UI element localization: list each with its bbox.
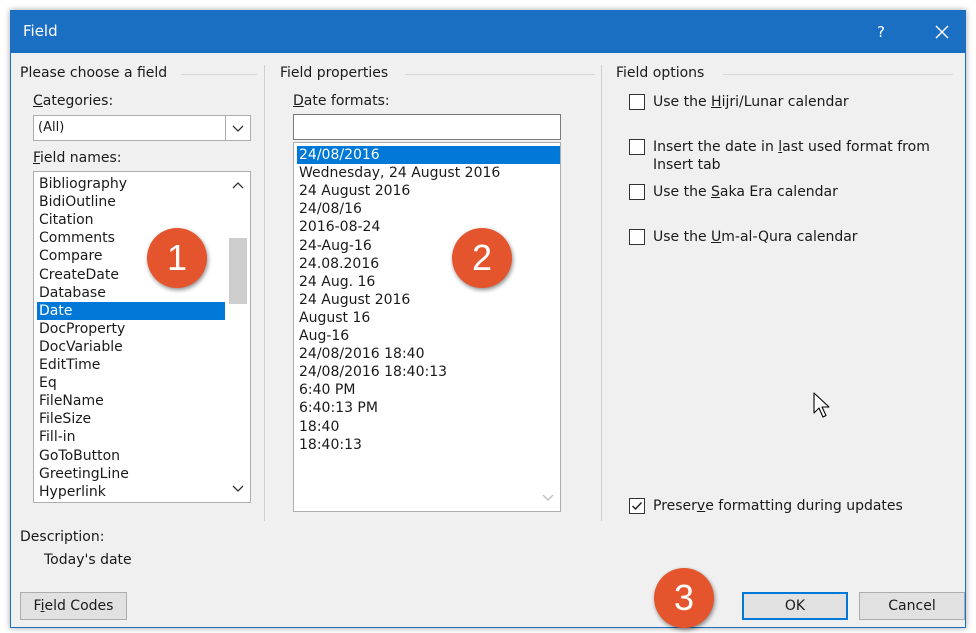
field-dialog: Field ? Please choose a field Categories… xyxy=(10,10,966,628)
checkmark-icon xyxy=(632,502,643,511)
date-format-item[interactable]: 24/08/16 xyxy=(297,200,560,218)
date-format-item[interactable]: 24/08/2016 18:40:13 xyxy=(297,363,560,381)
date-format-item[interactable]: 6:40 PM xyxy=(297,381,560,399)
callout-badge-2: 2 xyxy=(452,228,512,288)
categories-label: Categories: xyxy=(33,93,114,109)
field-names-list[interactable]: Bibliography BidiOutline Citation Comments C… xyxy=(33,171,251,503)
date-format-item[interactable]: 24-Aug-16 xyxy=(297,237,560,255)
divider xyxy=(264,65,265,521)
field-name-item[interactable]: Eq xyxy=(37,374,225,392)
date-format-item[interactable]: 24.08.2016 xyxy=(297,255,560,273)
date-format-item[interactable]: Wednesday, 24 August 2016 xyxy=(297,164,560,182)
mouse-pointer-icon xyxy=(813,392,830,418)
field-name-item[interactable]: GoToButton xyxy=(37,447,225,465)
field-name-item[interactable]: Hyperlink xyxy=(37,483,225,501)
field-names-label: Field names: xyxy=(33,150,122,166)
scroll-thumb[interactable] xyxy=(229,238,247,304)
field-names-scrollbar[interactable] xyxy=(226,172,250,502)
categories-dropdown-button[interactable] xyxy=(225,116,250,140)
date-format-item[interactable]: 24 August 2016 xyxy=(297,291,560,309)
title-bar: Field ? xyxy=(11,11,965,53)
date-format-item[interactable]: 24 August 2016 xyxy=(297,182,560,200)
divider xyxy=(601,65,602,521)
date-format-item[interactable]: Aug-16 xyxy=(297,327,560,345)
categories-dropdown[interactable]: (All) xyxy=(33,115,251,141)
date-format-input[interactable] xyxy=(293,114,561,140)
preserve-formatting-checkbox[interactable] xyxy=(629,498,645,514)
field-options-group-title: Field options xyxy=(616,65,705,81)
date-formats-label: Date formats: xyxy=(293,93,390,109)
field-name-item[interactable]: Citation xyxy=(37,211,225,229)
window-title: Field xyxy=(23,22,58,40)
callout-badge-1: 1 xyxy=(147,228,207,288)
date-formats-list[interactable]: 24/08/2016 Wednesday, 24 August 2016 24 Au… xyxy=(293,142,561,512)
description-text: Today's date xyxy=(44,552,132,568)
callout-badge-3: 3 xyxy=(654,568,714,628)
divider xyxy=(181,74,257,75)
last-used-format-checkbox[interactable] xyxy=(629,139,645,155)
field-name-item[interactable]: GreetingLine xyxy=(37,465,225,483)
field-name-item[interactable]: DocProperty xyxy=(37,320,225,338)
field-codes-button[interactable]: Field Codes xyxy=(20,592,127,620)
date-format-item[interactable]: 24/08/2016 xyxy=(297,146,560,164)
chevron-down-icon xyxy=(232,125,244,132)
date-format-item[interactable]: 6:40:13 PM xyxy=(297,399,560,417)
date-format-item[interactable]: 24 Aug. 16 xyxy=(297,273,560,291)
field-name-item[interactable]: BidiOutline xyxy=(37,193,225,211)
close-icon xyxy=(935,25,949,39)
help-button[interactable]: ? xyxy=(869,19,893,45)
field-name-item[interactable]: Date xyxy=(37,301,225,320)
field-name-item[interactable]: FileName xyxy=(37,392,225,410)
field-name-item[interactable]: FileSize xyxy=(37,410,225,428)
choose-field-group-title: Please choose a field xyxy=(20,65,168,81)
date-format-item[interactable]: 18:40 xyxy=(297,418,560,436)
description-label: Description: xyxy=(20,529,105,545)
cancel-button[interactable]: Cancel xyxy=(859,592,965,620)
field-name-item[interactable]: Fill-in xyxy=(37,428,225,446)
saka-era-checkbox[interactable] xyxy=(629,184,645,200)
date-format-item[interactable]: 2016-08-24 xyxy=(297,218,560,236)
chevron-up-icon[interactable] xyxy=(226,176,250,196)
field-name-item[interactable]: EditTime xyxy=(37,356,225,374)
date-format-item[interactable]: 18:40:13 xyxy=(297,436,560,454)
chevron-down-icon[interactable] xyxy=(226,478,250,498)
divider xyxy=(405,74,595,75)
field-name-item[interactable]: DocVariable xyxy=(37,338,225,356)
um-al-qura-checkbox[interactable] xyxy=(629,229,645,245)
categories-value: (All) xyxy=(38,120,65,135)
date-format-item[interactable]: August 16 xyxy=(297,309,560,327)
field-name-item[interactable]: Database xyxy=(37,284,225,302)
divider xyxy=(723,74,953,75)
field-name-item[interactable]: Bibliography xyxy=(37,175,225,193)
chevron-down-icon[interactable] xyxy=(536,487,560,507)
ok-button[interactable]: OK xyxy=(742,592,848,620)
date-format-item[interactable]: 24/08/2016 18:40 xyxy=(297,345,560,363)
field-properties-group-title: Field properties xyxy=(280,65,389,81)
hijri-calendar-checkbox[interactable] xyxy=(629,94,645,110)
close-button[interactable] xyxy=(929,19,955,45)
